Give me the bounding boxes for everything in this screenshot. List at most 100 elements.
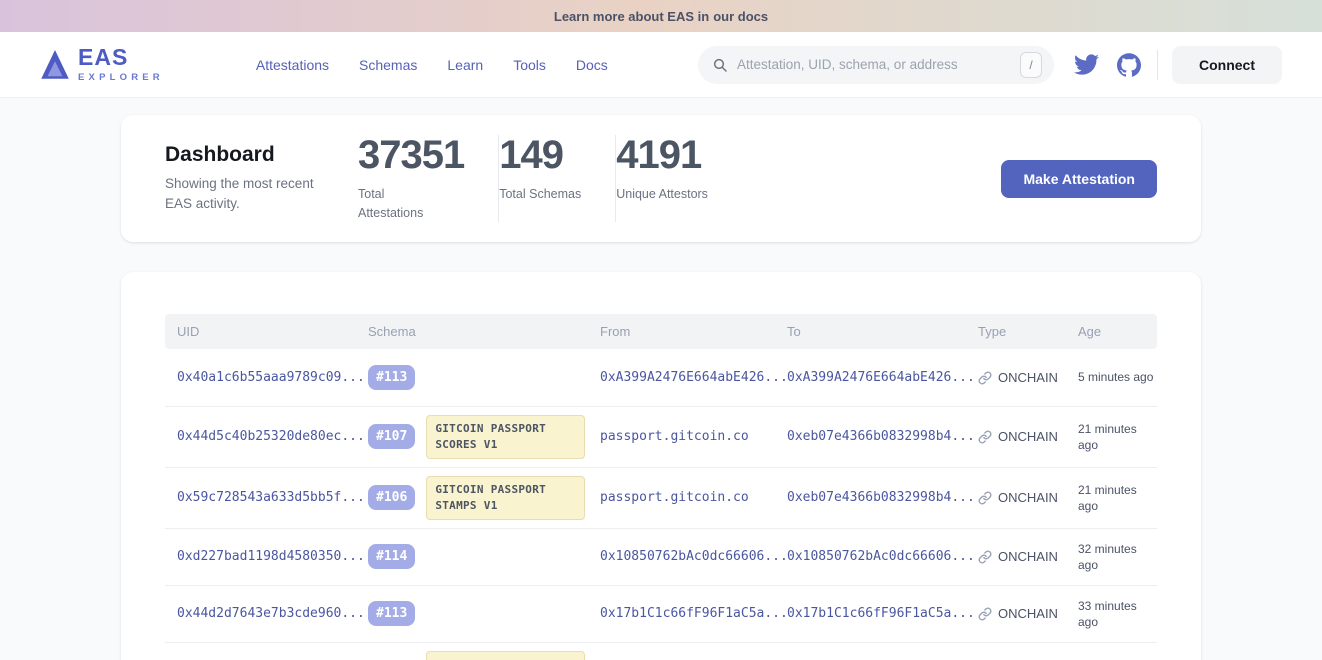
logo-text: EAS EXPLORER	[78, 46, 164, 83]
row-schema-cell: #106 GITCOIN PASSPORT STAMPS V1	[368, 476, 600, 520]
schema-name-tag[interactable]: GITCOIN PASSPORT SCORES V1	[426, 415, 585, 459]
row-from[interactable]: 0xA399A2476E664abE426...	[600, 370, 787, 385]
schema-id-badge[interactable]: #113	[368, 601, 415, 626]
stat-label: Total Schemas	[499, 185, 581, 204]
row-type-label: ONCHAIN	[998, 490, 1058, 505]
row-to[interactable]: 0xA399A2476E664abE426...	[787, 370, 978, 385]
row-to[interactable]: 0xeb07e4366b0832998b4...	[787, 429, 978, 444]
search-input[interactable]	[737, 57, 1020, 72]
row-type: ONCHAIN	[978, 429, 1078, 444]
table-row[interactable]: 0xd227bad1198d4580350... #114 0x10850762…	[165, 528, 1157, 585]
row-age: 21 minutes ago	[1078, 421, 1156, 453]
chain-link-icon	[978, 371, 992, 385]
row-uid[interactable]: 0x44d5c40b25320de80ec...	[177, 429, 368, 444]
header: EAS EXPLORER Attestations Schemas Learn …	[0, 32, 1322, 98]
table-body: 0x40a1c6b55aaa9789c09... #113 0xA399A247…	[165, 349, 1157, 660]
row-schema-cell: #107 GITCOIN PASSPORT SCORES V1	[368, 651, 600, 660]
header-divider	[1157, 50, 1158, 80]
row-type-label: ONCHAIN	[998, 429, 1058, 444]
search-bar[interactable]: /	[698, 46, 1054, 84]
table-row[interactable]: 0x40a1c6b55aaa9789c09... #113 0xA399A247…	[165, 349, 1157, 406]
row-schema-cell: #107 GITCOIN PASSPORT SCORES V1	[368, 415, 600, 459]
row-from[interactable]: 0x10850762bAc0dc66606...	[600, 549, 787, 564]
column-header-type: Type	[978, 324, 1078, 339]
row-from[interactable]: passport.gitcoin.co	[600, 429, 787, 444]
nav-learn[interactable]: Learn	[447, 57, 483, 73]
stat-total-attestations: 37351 Total Attestations	[358, 135, 498, 223]
schema-id-badge[interactable]: #113	[368, 365, 415, 390]
row-type: ONCHAIN	[978, 370, 1078, 385]
column-header-age: Age	[1078, 324, 1157, 339]
row-uid[interactable]: 0x40a1c6b55aaa9789c09...	[177, 370, 368, 385]
row-to[interactable]: 0x10850762bAc0dc66606...	[787, 549, 978, 564]
row-type: ONCHAIN	[978, 490, 1078, 505]
connect-button[interactable]: Connect	[1172, 46, 1282, 84]
slash-shortcut-key: /	[1020, 52, 1042, 78]
nav-schemas[interactable]: Schemas	[359, 57, 417, 73]
row-from[interactable]: passport.gitcoin.co	[600, 490, 787, 505]
row-type-label: ONCHAIN	[998, 549, 1058, 564]
attestations-table-card: UID Schema From To Type Age 0x40a1c6b55a…	[121, 272, 1201, 660]
nav-docs[interactable]: Docs	[576, 57, 608, 73]
row-type: ONCHAIN	[978, 549, 1078, 564]
row-age: 39 minutes ago	[1078, 657, 1156, 660]
table-row[interactable]: 0x59c728543a633d5bb5f... #106 GITCOIN PA…	[165, 467, 1157, 528]
announcement-banner: Learn more about EAS in our docs	[0, 0, 1322, 32]
table-row[interactable]: 0x44d2d7643e7b3cde960... #113 0x17b1C1c6…	[165, 585, 1157, 642]
row-schema-cell: #114	[368, 544, 600, 569]
column-header-from: From	[600, 324, 787, 339]
row-uid[interactable]: 0x44d2d7643e7b3cde960...	[177, 606, 368, 621]
row-schema-cell: #113	[368, 601, 600, 626]
chain-link-icon	[978, 607, 992, 621]
row-age: 21 minutes ago	[1078, 482, 1156, 514]
row-type-label: ONCHAIN	[998, 606, 1058, 621]
table-header-row: UID Schema From To Type Age	[165, 314, 1157, 349]
stat-value: 37351	[358, 135, 464, 175]
stat-label: Total Attestations	[358, 185, 444, 223]
banner-docs-link[interactable]: our docs	[713, 9, 768, 24]
banner-text: Learn more about EAS in	[554, 9, 709, 24]
stats-group: 37351 Total Attestations 149 Total Schem…	[358, 135, 742, 223]
stat-label: Unique Attestors	[616, 185, 708, 204]
header-right: / Connect	[698, 46, 1282, 84]
chain-link-icon	[978, 430, 992, 444]
eas-triangle-icon	[40, 48, 70, 82]
row-from[interactable]: 0x17b1C1c66fF96F1aC5a...	[600, 606, 787, 621]
row-to[interactable]: 0x17b1C1c66fF96F1aC5a...	[787, 606, 978, 621]
row-age: 5 minutes ago	[1078, 369, 1156, 385]
row-uid[interactable]: 0xd227bad1198d4580350...	[177, 549, 368, 564]
logo-title: EAS	[78, 46, 164, 69]
row-type: ONCHAIN	[978, 606, 1078, 621]
stat-value: 149	[499, 135, 581, 175]
row-type-label: ONCHAIN	[998, 370, 1058, 385]
row-to[interactable]: 0xeb07e4366b0832998b4...	[787, 490, 978, 505]
search-icon	[712, 57, 728, 73]
chain-link-icon	[978, 491, 992, 505]
table-row[interactable]: 0x44d5c40b25320de80ec... #107 GITCOIN PA…	[165, 406, 1157, 467]
row-uid[interactable]: 0x59c728543a633d5bb5f...	[177, 490, 368, 505]
schema-name-tag[interactable]: GITCOIN PASSPORT STAMPS V1	[426, 476, 585, 520]
stat-total-schemas: 149 Total Schemas	[499, 135, 615, 204]
make-attestation-button[interactable]: Make Attestation	[1001, 160, 1157, 198]
page-title: Dashboard	[165, 143, 358, 167]
chain-link-icon	[978, 550, 992, 564]
eas-logo[interactable]: EAS EXPLORER	[40, 46, 164, 83]
schema-id-badge[interactable]: #106	[368, 485, 415, 510]
logo-subtitle: EXPLORER	[78, 73, 164, 83]
dashboard-heading-block: Dashboard Showing the most recent EAS ac…	[165, 143, 358, 213]
github-icon[interactable]	[1117, 53, 1141, 77]
stat-unique-attestors: 4191 Unique Attestors	[616, 135, 742, 204]
schema-id-badge[interactable]: #107	[368, 424, 415, 449]
row-schema-cell: #113	[368, 365, 600, 390]
twitter-icon[interactable]	[1074, 54, 1099, 75]
nav-attestations[interactable]: Attestations	[256, 57, 329, 73]
column-header-schema: Schema	[368, 324, 600, 339]
nav-tools[interactable]: Tools	[513, 57, 546, 73]
table-row[interactable]: 0xcfc68a268e8ec9260a8... #107 GITCOIN PA…	[165, 642, 1157, 660]
column-header-uid: UID	[177, 324, 368, 339]
row-age: 32 minutes ago	[1078, 541, 1156, 573]
main-nav: Attestations Schemas Learn Tools Docs	[256, 57, 608, 73]
schema-name-tag[interactable]: GITCOIN PASSPORT SCORES V1	[426, 651, 585, 660]
stat-value: 4191	[616, 135, 708, 175]
schema-id-badge[interactable]: #114	[368, 544, 415, 569]
